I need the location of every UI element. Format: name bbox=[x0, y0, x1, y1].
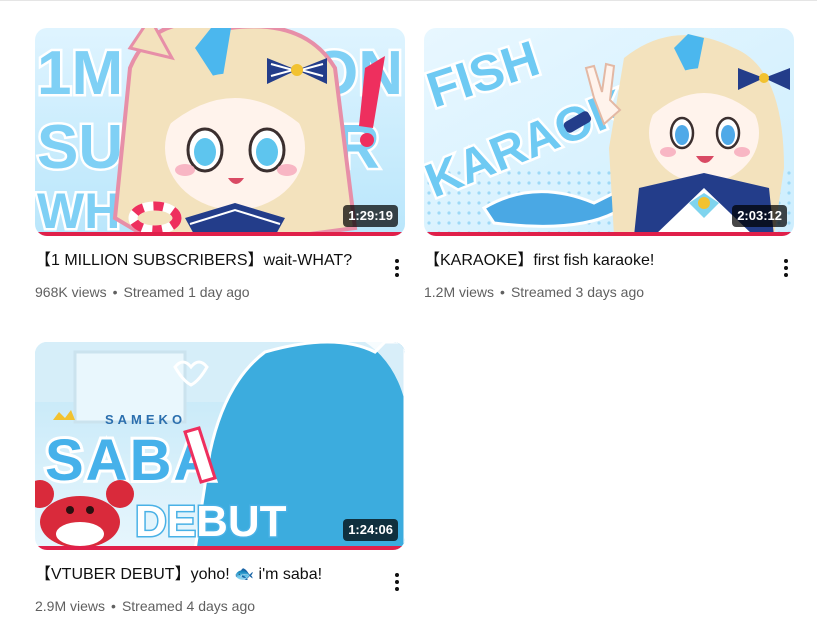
thumb-text-sameko: SAMEKO bbox=[105, 412, 186, 427]
separator-dot: • bbox=[111, 598, 116, 614]
video-card[interactable]: FISH KARAOKE 2:03:12 【KARAOKE】first fish… bbox=[424, 28, 794, 301]
watch-progress-bar bbox=[35, 546, 405, 550]
svg-text:SU: SU bbox=[37, 113, 123, 182]
video-thumbnail[interactable]: SAMEKO SABA DEBUT 1:24:06 bbox=[35, 342, 405, 550]
separator-dot: • bbox=[500, 284, 505, 300]
duration-badge: 2:03:12 bbox=[732, 205, 787, 227]
more-vert-icon[interactable] bbox=[385, 570, 409, 594]
more-vert-icon[interactable] bbox=[385, 256, 409, 280]
separator-dot: • bbox=[112, 284, 118, 300]
stream-date: Streamed 3 days ago bbox=[510, 284, 645, 300]
duration-badge: 1:24:06 bbox=[343, 519, 398, 541]
video-metadata: 968K views • Streamed 1 day ago bbox=[35, 283, 371, 301]
svg-text:WH: WH bbox=[37, 183, 120, 236]
view-count: 2.9M views bbox=[35, 598, 106, 614]
watch-progress-bar bbox=[35, 232, 405, 236]
more-vert-icon[interactable] bbox=[774, 256, 798, 280]
thumb-text-1m: 1M bbox=[37, 39, 123, 108]
video-metadata: 2.9M views • Streamed 4 days ago bbox=[35, 597, 371, 615]
video-title[interactable]: 【KARAOKE】first fish karaoke! bbox=[424, 250, 760, 272]
video-title[interactable]: 【VTUBER DEBUT】yoho! 🐟 i'm saba! bbox=[35, 564, 371, 586]
video-thumbnail[interactable]: FISH KARAOKE 2:03:12 bbox=[424, 28, 794, 236]
duration-badge: 1:29:19 bbox=[343, 205, 398, 227]
video-title[interactable]: 【1 MILLION SUBSCRIBERS】wait-WHAT? bbox=[35, 250, 371, 272]
stream-date: Streamed 1 day ago bbox=[123, 284, 250, 300]
watch-progress-bar bbox=[424, 232, 794, 236]
video-card[interactable]: SAMEKO SABA DEBUT 1:24:06 【VTUBER DEBUT】… bbox=[35, 342, 405, 615]
view-count: 1.2M views bbox=[424, 284, 495, 300]
stream-date: Streamed 4 days ago bbox=[121, 598, 256, 614]
svg-text:DEBUT: DEBUT bbox=[135, 497, 287, 546]
view-count: 968K views bbox=[35, 284, 107, 300]
video-metadata: 1.2M views • Streamed 3 days ago bbox=[424, 283, 760, 301]
top-divider bbox=[0, 0, 817, 1]
video-card[interactable]: 1M ON SU R WH 1:29:19 【1 MILLION SUBSCRI… bbox=[35, 28, 405, 301]
video-thumbnail[interactable]: 1M ON SU R WH 1:29:19 bbox=[35, 28, 405, 236]
